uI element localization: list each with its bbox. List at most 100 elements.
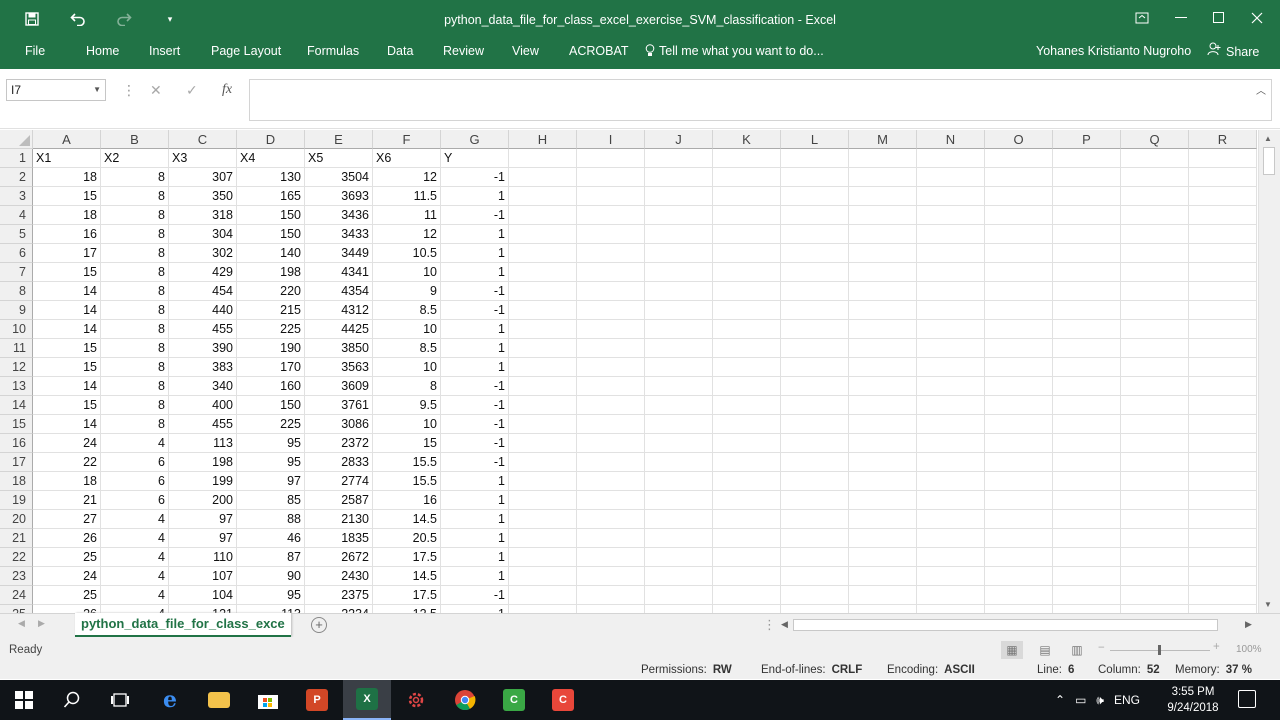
empty-cell[interactable] — [1121, 586, 1189, 605]
empty-cell[interactable] — [781, 586, 849, 605]
column-header-n[interactable]: N — [917, 130, 985, 149]
row-header[interactable]: 13 — [0, 377, 33, 396]
header-cell[interactable]: Y — [441, 149, 509, 168]
empty-cell[interactable] — [713, 377, 781, 396]
data-cell[interactable]: 107 — [169, 567, 237, 586]
action-center-icon[interactable] — [1238, 690, 1256, 708]
data-cell[interactable]: 20.5 — [373, 529, 441, 548]
data-cell[interactable]: 429 — [169, 263, 237, 282]
empty-cell[interactable] — [1189, 510, 1257, 529]
empty-cell[interactable] — [713, 149, 781, 168]
empty-cell[interactable] — [917, 301, 985, 320]
empty-cell[interactable] — [509, 301, 577, 320]
undo-icon[interactable] — [58, 0, 98, 38]
page-break-view-icon[interactable]: ▥ — [1066, 641, 1088, 659]
empty-cell[interactable] — [1053, 396, 1121, 415]
empty-cell[interactable] — [645, 301, 713, 320]
row-header[interactable]: 4 — [0, 206, 33, 225]
empty-cell[interactable] — [1121, 206, 1189, 225]
data-cell[interactable]: 14.5 — [373, 510, 441, 529]
empty-cell[interactable] — [781, 548, 849, 567]
empty-cell[interactable] — [1053, 472, 1121, 491]
empty-cell[interactable] — [781, 206, 849, 225]
empty-cell[interactable] — [849, 491, 917, 510]
vertical-scrollbar[interactable]: ▲ ▼ — [1258, 130, 1280, 613]
scroll-up-icon[interactable]: ▲ — [1264, 134, 1272, 143]
empty-cell[interactable] — [985, 187, 1053, 206]
data-cell[interactable]: 24 — [33, 567, 101, 586]
camtasia-red-icon[interactable]: C — [539, 680, 587, 720]
empty-cell[interactable] — [1121, 472, 1189, 491]
empty-cell[interactable] — [1189, 225, 1257, 244]
horizontal-scroll-thumb[interactable] — [793, 619, 1218, 631]
empty-cell[interactable] — [1121, 491, 1189, 510]
data-cell[interactable]: 307 — [169, 168, 237, 187]
empty-cell[interactable] — [509, 358, 577, 377]
empty-cell[interactable] — [1189, 396, 1257, 415]
data-cell[interactable]: 3850 — [305, 339, 373, 358]
empty-cell[interactable] — [1121, 320, 1189, 339]
column-header-m[interactable]: M — [849, 130, 917, 149]
data-cell[interactable]: 18 — [33, 472, 101, 491]
empty-cell[interactable] — [849, 263, 917, 282]
empty-cell[interactable] — [781, 491, 849, 510]
row-header[interactable]: 10 — [0, 320, 33, 339]
empty-cell[interactable] — [985, 339, 1053, 358]
empty-cell[interactable] — [577, 396, 645, 415]
empty-cell[interactable] — [1121, 453, 1189, 472]
empty-cell[interactable] — [1189, 491, 1257, 510]
spreadsheet-grid[interactable]: A B C D E F G H I J K L M N O P Q R 1 X1 X2 X3 X4 X5 X6 Y 2 18 8 307 1… — [0, 130, 1258, 613]
empty-cell[interactable] — [713, 206, 781, 225]
row-header[interactable]: 5 — [0, 225, 33, 244]
data-cell[interactable]: 390 — [169, 339, 237, 358]
row-header[interactable]: 6 — [0, 244, 33, 263]
empty-cell[interactable] — [1053, 491, 1121, 510]
empty-cell[interactable] — [1121, 187, 1189, 206]
empty-cell[interactable] — [985, 567, 1053, 586]
name-box[interactable]: I7 ▼ — [6, 79, 106, 101]
cancel-entry-icon[interactable]: ✕ — [150, 79, 162, 101]
empty-cell[interactable] — [917, 510, 985, 529]
data-cell[interactable]: 95 — [237, 586, 305, 605]
empty-cell[interactable] — [1189, 529, 1257, 548]
data-cell[interactable]: 3436 — [305, 206, 373, 225]
data-cell[interactable]: 1 — [441, 605, 509, 613]
data-cell[interactable]: 14 — [33, 301, 101, 320]
data-cell[interactable]: 6 — [101, 491, 169, 510]
empty-cell[interactable] — [713, 358, 781, 377]
empty-cell[interactable] — [985, 263, 1053, 282]
data-cell[interactable]: 350 — [169, 187, 237, 206]
tab-data[interactable]: Data — [387, 38, 413, 69]
empty-cell[interactable] — [1189, 206, 1257, 225]
empty-cell[interactable] — [509, 187, 577, 206]
empty-cell[interactable] — [1121, 529, 1189, 548]
empty-cell[interactable] — [1121, 263, 1189, 282]
empty-cell[interactable] — [509, 491, 577, 510]
column-header-q[interactable]: Q — [1121, 130, 1189, 149]
edge-browser-icon[interactable]: e — [146, 680, 194, 720]
data-cell[interactable]: 104 — [169, 586, 237, 605]
row-header[interactable]: 17 — [0, 453, 33, 472]
data-cell[interactable]: 8 — [101, 301, 169, 320]
row-header[interactable]: 14 — [0, 396, 33, 415]
data-cell[interactable]: 2833 — [305, 453, 373, 472]
empty-cell[interactable] — [849, 149, 917, 168]
empty-cell[interactable] — [849, 301, 917, 320]
empty-cell[interactable] — [849, 358, 917, 377]
empty-cell[interactable] — [645, 529, 713, 548]
data-cell[interactable]: 24 — [33, 434, 101, 453]
empty-cell[interactable] — [1053, 263, 1121, 282]
data-cell[interactable]: 1835 — [305, 529, 373, 548]
tab-home[interactable]: Home — [86, 38, 119, 69]
select-all-corner[interactable] — [0, 130, 33, 149]
empty-cell[interactable] — [1121, 567, 1189, 586]
empty-cell[interactable] — [1189, 149, 1257, 168]
data-cell[interactable]: 12 — [373, 225, 441, 244]
empty-cell[interactable] — [781, 225, 849, 244]
data-cell[interactable]: 8 — [101, 377, 169, 396]
empty-cell[interactable] — [1189, 168, 1257, 187]
data-cell[interactable]: 8.5 — [373, 301, 441, 320]
column-header-r[interactable]: R — [1189, 130, 1257, 149]
header-cell[interactable]: X5 — [305, 149, 373, 168]
empty-cell[interactable] — [849, 244, 917, 263]
